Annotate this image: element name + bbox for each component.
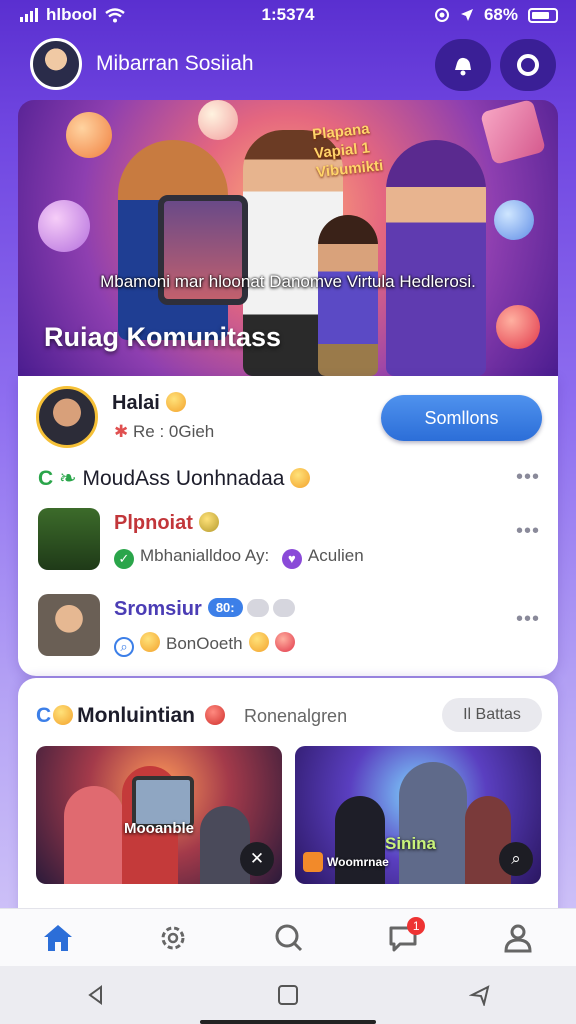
reaction-pill: [246, 599, 269, 617]
profile-menu-button[interactable]: [500, 39, 556, 91]
app-title: Mibarran Sosiiah: [96, 52, 254, 75]
more-icon[interactable]: •••: [516, 520, 540, 543]
post-thumbnail[interactable]: [38, 508, 100, 570]
face-emoji-icon: [140, 632, 160, 652]
community-thumbnail[interactable]: Sinina Woomrnae ⌕: [295, 746, 541, 884]
user-avatar[interactable]: [30, 38, 82, 90]
notification-badge: 1: [407, 916, 426, 935]
decor-bubble: [494, 200, 534, 240]
smile-emoji-icon: [165, 392, 186, 412]
hero-character: [386, 140, 486, 376]
hero-caption: Mbamoni mar hloonat Danomve Virtula Hedl…: [100, 272, 476, 291]
profile-status: Re : 0Gieh: [132, 422, 215, 441]
tab-bar: 1: [0, 908, 576, 966]
thumb-label: Mooanble: [124, 820, 194, 837]
tab-chat[interactable]: 1: [373, 913, 433, 963]
recents-icon[interactable]: [469, 984, 491, 1006]
section-prefix: C: [36, 704, 52, 727]
post-meta: BonOoeth: [166, 634, 243, 653]
badge-icon: [198, 512, 219, 532]
reaction-pill: [272, 599, 295, 617]
circle-icon: [517, 54, 539, 76]
photo-person: [399, 762, 467, 884]
battery-percent: 68%: [483, 5, 518, 24]
home-icon: [43, 924, 72, 951]
hero-child: [318, 215, 378, 376]
angry-emoji-icon: [204, 705, 225, 725]
section-title: MoudAss Uonhnadaa: [82, 467, 285, 490]
app-icon: [303, 852, 323, 872]
tab-settings[interactable]: [143, 913, 203, 963]
notifications-button[interactable]: [435, 39, 491, 91]
post-author: Plpnoiat: [114, 512, 193, 534]
tab-search[interactable]: [258, 913, 318, 963]
post-author: Sromsiur: [114, 598, 202, 620]
home-button-icon[interactable]: [277, 984, 299, 1006]
settings-icon: [161, 926, 185, 949]
location-icon: [460, 9, 473, 21]
community-subtitle: Ronenalgren: [244, 706, 348, 726]
smile-emoji-icon: [290, 468, 311, 488]
search-icon: [275, 924, 303, 951]
hero-banner[interactable]: Plapana Vapial 1 Vibumikti Mbamoni mar h…: [18, 100, 558, 376]
tab-home[interactable]: [28, 913, 88, 963]
hero-title: Ruiag Komunitass: [44, 322, 282, 352]
bell-icon: [455, 57, 471, 76]
check-icon: ✓: [114, 549, 134, 569]
app-header: Mibarran Sosiiah: [0, 36, 576, 94]
back-icon[interactable]: [85, 984, 107, 1006]
profile-name: Halai: [112, 392, 160, 414]
post-badge: 80:: [207, 598, 243, 617]
section-prefix: C: [38, 467, 54, 490]
thumb-tag: Woomrnae: [327, 855, 389, 869]
feed-card: Halai ✱ Re : 0Gieh Somllons C ❧ MoudAss …: [18, 376, 558, 676]
search-icon[interactable]: ⌕: [499, 842, 533, 876]
leaf-icon: ❧: [59, 467, 77, 490]
heart-icon: ♥: [281, 549, 302, 569]
decor-bubble: [66, 112, 112, 158]
tab-profile[interactable]: [488, 913, 548, 963]
mask-emoji-icon: [53, 705, 74, 725]
primary-action-button[interactable]: Somllons: [381, 395, 542, 441]
angry-emoji-icon: [274, 632, 295, 652]
search-small-icon: ⌕: [114, 637, 134, 657]
community-card: C Monluintian Ronenalgren Il Battas Mooan…: [18, 678, 558, 928]
decor-bubble: [198, 100, 238, 140]
more-icon[interactable]: •••: [516, 608, 540, 631]
thumb-label: Sinina: [385, 834, 437, 853]
profile-avatar[interactable]: [36, 386, 98, 448]
more-icon[interactable]: •••: [516, 466, 540, 489]
target-icon: [434, 8, 449, 22]
community-thumbnail[interactable]: Mooanble ✕: [36, 746, 282, 884]
post-thumbnail[interactable]: [38, 594, 100, 656]
system-nav-bar: [0, 966, 576, 1024]
community-title: Monluintian: [77, 704, 195, 727]
post-tag: Aculien: [307, 546, 364, 565]
face-emoji-icon: [248, 632, 269, 652]
photo-person: [64, 786, 124, 884]
decor-bubble: [38, 200, 90, 252]
home-indicator: [200, 1020, 376, 1024]
heart-bubble: [496, 305, 540, 349]
hero-sign: Plapana Vapial 1 Vibumikti: [311, 120, 385, 182]
status-bar: hlbool 1:5374 68%: [0, 0, 576, 30]
filter-button[interactable]: Il Battas: [442, 698, 542, 732]
decor-cube: [479, 100, 547, 166]
post-meta: Mbhanialldoo Ay:: [140, 546, 270, 565]
photo-child: [200, 806, 250, 884]
battery-icon: [528, 7, 558, 23]
close-icon[interactable]: ✕: [240, 842, 274, 876]
sparkle-icon: ✱: [114, 422, 129, 441]
profile-icon: [504, 924, 532, 952]
